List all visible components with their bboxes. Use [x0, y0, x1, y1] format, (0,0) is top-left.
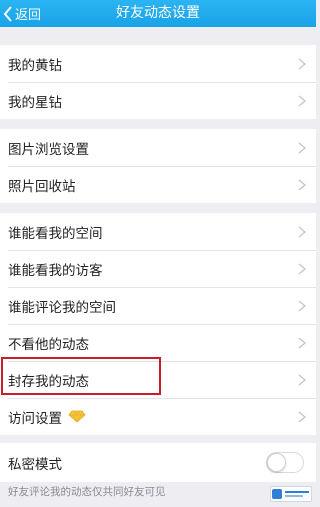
footnote-text: 好友评论我的动态仅共同好友可见 [8, 486, 166, 498]
settings-item-label: 谁能看我的空间 [8, 225, 103, 242]
settings-item-label: 谁能评论我的空间 [8, 299, 116, 316]
settings-item-label: 我的星钻 [8, 94, 62, 111]
settings-item-who-can-view-space[interactable]: 谁能看我的空间 [0, 213, 316, 250]
settings-item-who-can-comment[interactable]: 谁能评论我的空间 [0, 287, 316, 324]
settings-group-photos: 图片浏览设置 照片回收站 [0, 129, 316, 203]
chevron-right-icon [298, 226, 306, 237]
chevron-right-icon [298, 263, 306, 274]
diamond-icon [68, 410, 86, 423]
settings-item-label: 不看他的动态 [8, 336, 89, 353]
settings-item-star-diamond[interactable]: 我的星钻 [0, 82, 316, 119]
navigation-bar: 返回 好友动态设置 [0, 0, 316, 27]
settings-item-who-can-view-visitors[interactable]: 谁能看我的访客 [0, 250, 316, 287]
chevron-right-icon [298, 337, 306, 348]
chevron-right-icon [298, 300, 306, 311]
settings-item-archive-my-feed[interactable]: 封存我的动态 [0, 361, 316, 398]
chevron-right-icon [298, 374, 306, 385]
chevron-right-icon [298, 411, 306, 422]
settings-item-label: 私密模式 [8, 456, 62, 473]
chevron-right-icon [298, 179, 306, 190]
settings-item-label: 封存我的动态 [8, 373, 89, 390]
private-mode-toggle[interactable] [266, 452, 304, 473]
settings-item-private-mode[interactable]: 私密模式 [0, 443, 316, 482]
settings-item-label: 谁能看我的访客 [8, 262, 103, 279]
settings-item-photo-recycle-bin[interactable]: 照片回收站 [0, 166, 316, 203]
chevron-right-icon [298, 58, 306, 69]
settings-group-vip: 我的黄钻 我的星钻 [0, 45, 316, 119]
settings-item-yellow-diamond[interactable]: 我的黄钻 [0, 45, 316, 82]
settings-group-private-mode: 私密模式 [0, 443, 316, 482]
settings-item-image-browsing[interactable]: 图片浏览设置 [0, 129, 316, 166]
settings-item-label: 访问设置 [8, 410, 62, 427]
chevron-right-icon [298, 142, 306, 153]
chevron-right-icon [298, 95, 306, 106]
watermark-logo [270, 486, 312, 502]
toggle-knob [267, 453, 286, 472]
watermark-icon [272, 489, 309, 499]
settings-item-label: 我的黄钻 [8, 57, 62, 74]
page-title: 好友动态设置 [116, 5, 200, 21]
settings-item-label: 照片回收站 [8, 178, 76, 195]
settings-item-hide-their-feed[interactable]: 不看他的动态 [0, 324, 316, 361]
settings-item-label: 图片浏览设置 [8, 141, 89, 158]
settings-group-privacy: 谁能看我的空间 谁能看我的访客 谁能评论我的空间 不看他的动态 封存我的动态 访… [0, 213, 316, 435]
settings-item-access-settings[interactable]: 访问设置 [0, 398, 316, 435]
